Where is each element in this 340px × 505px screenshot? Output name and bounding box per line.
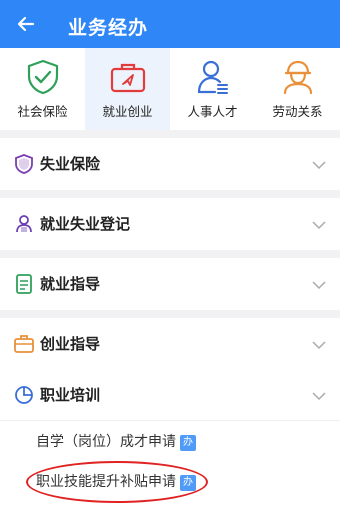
shield-check-icon	[23, 59, 63, 95]
tab-labor-relations[interactable]: 劳动关系	[255, 48, 340, 130]
section-label: 就业失业登记	[40, 215, 131, 233]
tab-label: 劳动关系	[272, 104, 323, 119]
tab-label: 社会保险	[17, 104, 68, 119]
section-label: 职业培训	[40, 386, 101, 404]
briefcase-icon	[108, 59, 148, 95]
page-title: 业务经办	[68, 17, 149, 39]
app-header: 业务经办	[0, 0, 340, 48]
arrow-left-icon[interactable]	[14, 12, 38, 36]
tab-label: 就业创业	[102, 104, 153, 119]
highlight-oval	[26, 461, 208, 503]
item-text: 自学（岗位）成才申请办	[36, 431, 196, 451]
chevron-down-icon	[312, 217, 326, 231]
service-sections: 失业保险 就业失业登记 就业指导 创业指导	[0, 138, 340, 378]
section-label: 就业指导	[40, 275, 101, 293]
section-unemployment-insurance[interactable]: 失业保险	[0, 138, 340, 190]
list-item-self-study-application[interactable]: 自学（岗位）成才申请办	[0, 421, 340, 461]
chevron-down-icon	[312, 337, 326, 351]
tab-personnel[interactable]: 人事人才	[170, 48, 255, 130]
handle-badge: 办	[180, 435, 196, 451]
section-entrepreneurship-guidance[interactable]: 创业指导	[0, 318, 340, 370]
document-icon	[14, 274, 34, 294]
shield-icon	[14, 154, 34, 174]
chevron-down-icon	[312, 277, 326, 291]
tab-social-insurance[interactable]: 社会保险	[0, 48, 85, 130]
section-employment-registration[interactable]: 就业失业登记	[0, 198, 340, 250]
pie-chart-icon	[14, 385, 34, 405]
item-label: 自学（岗位）成才申请	[36, 434, 176, 450]
category-tabs: 社会保险 就业创业 人事人才 劳动关系	[0, 48, 340, 130]
section-label: 失业保险	[40, 155, 101, 173]
worker-icon	[278, 59, 318, 95]
tab-employment[interactable]: 就业创业	[85, 48, 170, 130]
briefcase-small-icon	[14, 334, 34, 354]
section-employment-guidance[interactable]: 就业指导	[0, 258, 340, 310]
person-card-icon	[193, 59, 233, 95]
tab-label: 人事人才	[187, 104, 238, 119]
register-icon	[14, 214, 34, 234]
chevron-down-icon	[312, 388, 326, 402]
section-label: 创业指导	[40, 335, 101, 353]
chevron-down-icon	[312, 157, 326, 171]
section-header[interactable]: 职业培训	[0, 370, 340, 421]
